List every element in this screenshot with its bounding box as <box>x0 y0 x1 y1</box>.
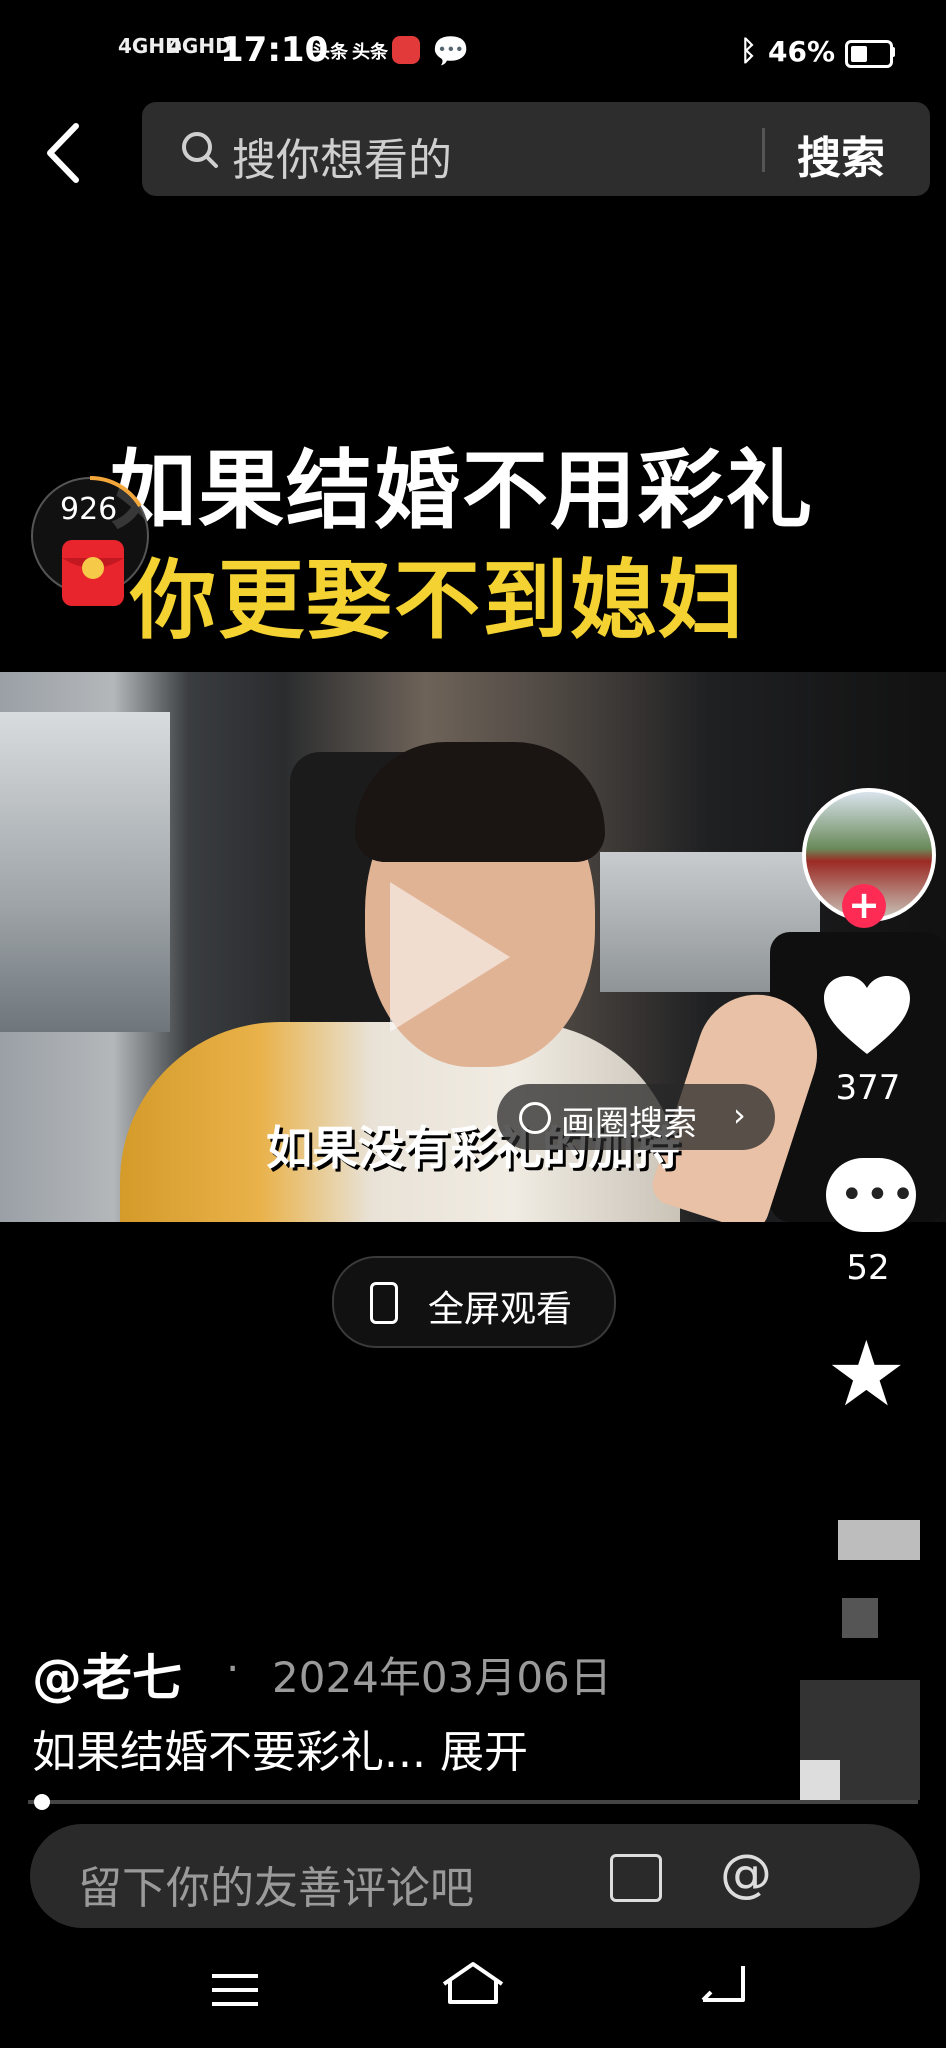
car-window-left <box>0 712 170 1032</box>
progress-handle[interactable] <box>34 1794 50 1810</box>
search-bar[interactable]: 搜你想看的 搜索 <box>142 102 930 196</box>
video-title-line2: 你更娶不到媳妇 <box>130 551 746 651</box>
author-name[interactable]: @老七 <box>32 1638 182 1710</box>
comment-input-bar[interactable]: 留下你的友善评论吧 @ <box>30 1824 920 1928</box>
circle-search-label: 画圈搜索 <box>561 1104 697 1144</box>
red-envelope-icon <box>62 540 124 606</box>
favorite-icon[interactable]: ★ <box>826 1330 907 1420</box>
comment-button[interactable]: ••• <box>826 1158 916 1232</box>
post-date: 2024年03月06日 <box>272 1653 612 1702</box>
rotate-phone-icon <box>370 1282 398 1324</box>
comment-input[interactable]: 留下你的友善评论吧 <box>78 1852 474 1916</box>
redacted-region-2 <box>842 1598 878 1638</box>
like-count: 377 <box>835 1068 901 1108</box>
toutiao-badge-2: 头条 <box>352 42 388 63</box>
home-icon <box>442 1962 504 2004</box>
meta-separator: · <box>226 1644 240 1693</box>
comment-count: 52 <box>846 1248 890 1288</box>
wechat-icon: 💬 <box>432 34 470 69</box>
red-envelope-widget[interactable]: 926 <box>30 476 150 616</box>
redacted-region-4 <box>800 1760 840 1800</box>
video-player[interactable]: 如果没有彩礼的加持 画圈搜索 › <box>0 672 946 1222</box>
nav-menu-button[interactable] <box>212 1974 258 2016</box>
battery-icon <box>845 40 893 68</box>
comment-icon: ••• <box>840 1172 917 1218</box>
heart-icon <box>824 976 910 1054</box>
circle-search-icon <box>519 1102 551 1134</box>
redacted-region <box>838 1520 920 1560</box>
search-button[interactable]: 搜索 <box>797 122 885 186</box>
search-divider <box>762 128 765 172</box>
battery-cap <box>891 47 895 57</box>
image-icon[interactable] <box>610 1854 662 1902</box>
nav-home-button[interactable] <box>440 1960 506 2010</box>
back-button[interactable] <box>40 118 90 188</box>
chevron-right-icon: › <box>733 1096 746 1134</box>
battery-percent: 46% <box>768 35 836 68</box>
circle-search-button[interactable]: 画圈搜索 › <box>497 1084 775 1150</box>
video-title-line1: 如果结婚不用彩礼 <box>110 441 814 541</box>
fullscreen-button[interactable]: 全屏观看 <box>332 1256 616 1348</box>
search-icon <box>182 132 218 168</box>
search-input[interactable]: 搜你想看的 <box>232 124 452 188</box>
person-hair <box>355 742 605 862</box>
post-caption[interactable]: 如果结婚不要彩礼... 展开 <box>32 1716 528 1780</box>
follow-button[interactable]: + <box>842 884 886 928</box>
app-notification-icon <box>392 36 420 64</box>
chevron-left-icon <box>47 123 79 183</box>
toutiao-badge-1: 头条 <box>312 42 348 63</box>
status-bar: 4GHD 4GHD 17:10 头条 头条 💬 ᛒ 46% <box>0 0 946 100</box>
red-envelope-count: 926 <box>60 492 118 527</box>
nav-back-button[interactable] <box>695 1960 751 2010</box>
video-progress-bar[interactable] <box>28 1800 918 1804</box>
play-icon[interactable] <box>390 882 510 1032</box>
fullscreen-label: 全屏观看 <box>428 1289 573 1330</box>
like-button[interactable] <box>822 974 912 1060</box>
at-mention-icon[interactable]: @ <box>720 1844 772 1904</box>
bluetooth-icon: ᛒ <box>740 34 757 67</box>
back-arrow-icon <box>701 1966 745 2002</box>
